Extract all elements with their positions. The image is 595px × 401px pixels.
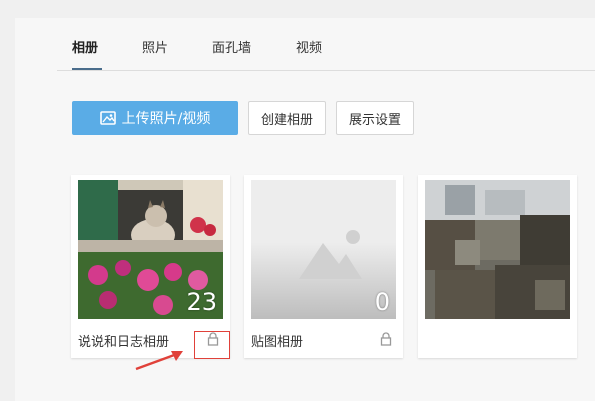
album-title[interactable]: 说说和日志相册 (78, 331, 169, 350)
lock-icon[interactable] (380, 332, 392, 346)
album-cover-blurred[interactable] (425, 180, 570, 319)
album-title[interactable]: 贴图相册 (251, 331, 303, 350)
album-cover-placeholder[interactable]: 0 (251, 180, 396, 319)
tab-videos[interactable]: 视频 (296, 37, 322, 56)
tab-albums[interactable]: 相册 (72, 37, 98, 56)
upload-button[interactable]: 上传照片/视频 (72, 101, 238, 135)
upload-button-label: 上传照片/视频 (121, 111, 211, 127)
photo-count: 23 (186, 288, 217, 316)
annotation-highlight-box (194, 331, 230, 359)
upload-image-icon (99, 111, 116, 125)
create-album-button[interactable]: 创建相册 (248, 101, 326, 135)
annotation-arrow-icon (135, 351, 183, 371)
tabs-divider (57, 70, 595, 71)
album-card[interactable]: 0 贴图相册 (244, 175, 403, 358)
pixelated-photo (425, 180, 570, 319)
display-settings-button[interactable]: 展示设置 (336, 101, 414, 135)
album-card[interactable] (418, 175, 577, 358)
tab-face-wall[interactable]: 面孔墙 (212, 37, 251, 56)
album-cover-image[interactable]: 23 (78, 180, 223, 319)
photo-count: 0 (374, 288, 390, 316)
tab-photos[interactable]: 照片 (142, 37, 168, 56)
